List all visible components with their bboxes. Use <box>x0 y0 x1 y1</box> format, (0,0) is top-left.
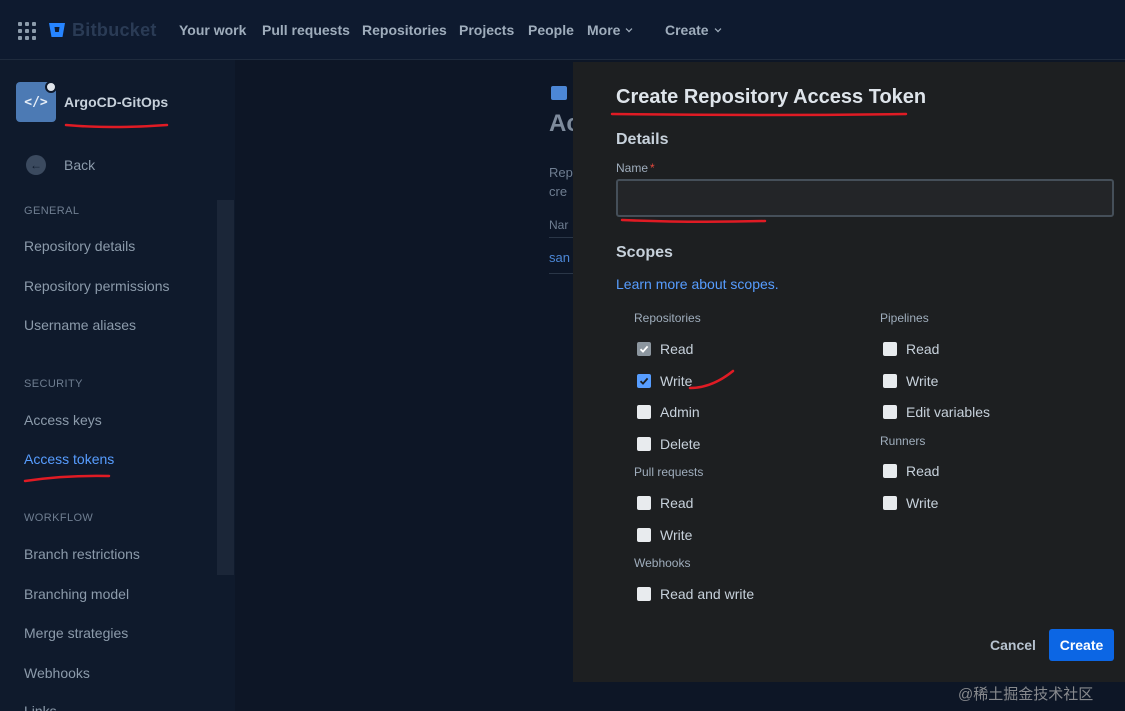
table-divider <box>549 273 573 274</box>
sidebar-item-merge-strategies[interactable]: Merge strategies <box>24 625 128 641</box>
back-arrow-icon[interactable]: ← <box>26 155 46 175</box>
checkbox-icon[interactable] <box>883 374 897 388</box>
page-description: Rep cre <box>549 163 573 201</box>
bitbucket-logo-icon[interactable] <box>48 21 66 39</box>
checkbox-icon[interactable] <box>637 587 651 601</box>
sidebar-item-repository-details[interactable]: Repository details <box>24 238 135 254</box>
sidebar-section-general: GENERAL <box>24 205 80 217</box>
checkbox-checked-disabled-icon[interactable] <box>637 342 651 356</box>
scope-runners-read[interactable]: Read <box>883 463 939 479</box>
details-heading: Details <box>616 131 669 148</box>
scope-runners-write[interactable]: Write <box>883 495 938 511</box>
scope-option-label: Read and write <box>660 586 755 602</box>
sidebar-item-links[interactable]: Links <box>24 703 57 711</box>
nav-more-label: More <box>587 22 621 38</box>
sidebar-item-branching-model[interactable]: Branching model <box>24 586 129 602</box>
page-description-line: cre <box>549 184 568 199</box>
scope-repositories-admin[interactable]: Admin <box>637 404 700 420</box>
product-logo-text[interactable]: Bitbucket <box>72 20 157 41</box>
checkbox-icon[interactable] <box>883 405 897 419</box>
nav-more-menu[interactable]: More <box>587 22 633 38</box>
create-button[interactable]: Create <box>1049 629 1114 661</box>
checkbox-icon[interactable] <box>883 342 897 356</box>
nav-your-work[interactable]: Your work <box>179 22 246 38</box>
repository-name[interactable]: ArgoCD-GitOps <box>64 94 168 110</box>
watermark: @稀土掘金技术社区 <box>958 686 1094 703</box>
scope-option-label: Write <box>660 527 693 543</box>
scope-group-repositories: Repositories <box>634 311 701 325</box>
scope-pipelines-edit-variables[interactable]: Edit variables <box>883 404 990 420</box>
sidebar-section-workflow: WORKFLOW <box>24 512 94 524</box>
back-link[interactable]: Back <box>64 157 95 173</box>
cancel-button[interactable]: Cancel <box>983 629 1043 661</box>
checkbox-icon[interactable] <box>883 496 897 510</box>
scope-pull-requests-write[interactable]: Write <box>637 527 692 543</box>
scope-pipelines-write[interactable]: Write <box>883 373 938 389</box>
nav-people[interactable]: People <box>528 22 574 38</box>
repository-status-badge-icon <box>45 81 57 93</box>
scope-option-label: Read <box>660 341 694 357</box>
dialog-title: Create Repository Access Token <box>616 86 927 108</box>
chevron-down-icon <box>714 25 721 33</box>
repository-settings-sidebar: </> ArgoCD-GitOps ← Back GENERAL Reposit… <box>0 60 235 711</box>
scope-option-label: Delete <box>660 436 701 452</box>
create-menu-button[interactable]: Create <box>665 22 722 38</box>
checkbox-icon[interactable] <box>637 496 651 510</box>
page-header-icon <box>551 86 567 100</box>
learn-more-scopes-link[interactable]: Learn more about scopes. <box>616 276 779 292</box>
page-description-line: Rep <box>549 165 573 180</box>
create-menu-label: Create <box>665 22 709 38</box>
scope-repositories-write[interactable]: Write <box>637 373 692 389</box>
checkbox-icon[interactable] <box>637 528 651 542</box>
chevron-down-icon <box>626 25 633 33</box>
scope-group-pull-requests: Pull requests <box>634 465 704 479</box>
name-label-text: Name <box>616 161 649 175</box>
scope-pipelines-read[interactable]: Read <box>883 341 939 357</box>
scope-option-label: Write <box>906 495 939 511</box>
checkbox-icon[interactable] <box>883 464 897 478</box>
table-column-header: Nar <box>549 218 569 232</box>
scope-repositories-delete[interactable]: Delete <box>637 436 700 452</box>
name-field-label: Name * <box>616 161 655 175</box>
scope-option-label: Edit variables <box>906 404 991 420</box>
sidebar-item-username-aliases[interactable]: Username aliases <box>24 317 136 333</box>
scope-option-label: Admin <box>660 404 700 420</box>
sidebar-item-webhooks[interactable]: Webhooks <box>24 665 90 681</box>
scope-group-pipelines: Pipelines <box>880 311 929 325</box>
scope-pull-requests-read[interactable]: Read <box>637 495 693 511</box>
token-name-link[interactable]: san <box>549 250 570 265</box>
sidebar-section-security: SECURITY <box>24 378 83 390</box>
scope-option-label: Read <box>660 495 694 511</box>
scope-group-runners: Runners <box>880 434 926 448</box>
sidebar-scrollbar[interactable] <box>217 200 234 575</box>
checkbox-checked-icon[interactable] <box>637 374 651 388</box>
table-divider <box>549 237 573 238</box>
sidebar-item-access-tokens[interactable]: Access tokens <box>24 451 114 467</box>
scope-option-label: Read <box>906 463 940 479</box>
scope-group-webhooks: Webhooks <box>634 556 691 570</box>
sidebar-item-repository-permissions[interactable]: Repository permissions <box>24 278 170 294</box>
scope-option-label: Write <box>906 373 939 389</box>
checkbox-icon[interactable] <box>637 437 651 451</box>
sidebar-item-access-keys[interactable]: Access keys <box>24 412 102 428</box>
scopes-heading: Scopes <box>616 244 673 261</box>
nav-pull-requests[interactable]: Pull requests <box>262 22 350 38</box>
checkbox-icon[interactable] <box>637 405 651 419</box>
nav-repositories[interactable]: Repositories <box>362 22 447 38</box>
scope-option-label: Write <box>660 373 693 389</box>
scope-repositories-read[interactable]: Read <box>637 341 693 357</box>
scope-option-label: Read <box>906 341 940 357</box>
scope-webhooks-read-and-write[interactable]: Read and write <box>637 586 754 602</box>
token-name-input[interactable] <box>616 179 1114 217</box>
app-switcher-icon[interactable] <box>18 22 36 40</box>
sidebar-item-branch-restrictions[interactable]: Branch restrictions <box>24 546 140 562</box>
nav-projects[interactable]: Projects <box>459 22 514 38</box>
top-navigation: Bitbucket Your work Pull requests Reposi… <box>0 0 1125 60</box>
required-indicator: * <box>650 161 655 175</box>
